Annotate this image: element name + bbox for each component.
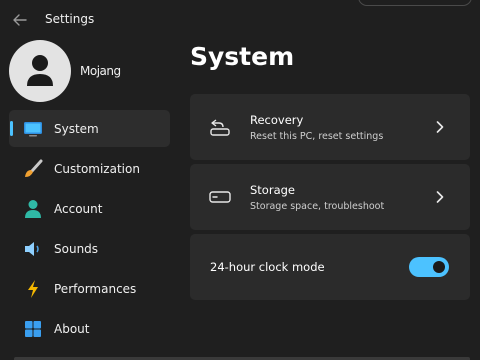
card-title: Recovery [250,112,304,127]
card-subtitle: Reset this PC, reset settings [250,130,384,142]
sidebar-item-label: Sounds [54,241,99,256]
recovery-icon [208,115,232,139]
clock-mode-label: 24-hour clock mode [210,260,325,274]
recovery-card[interactable]: Recovery Reset this PC, reset settings [190,94,470,160]
lightning-icon [22,278,44,300]
sidebar-item-customization[interactable]: Customization [9,150,170,187]
active-indicator [10,121,13,136]
page-title: System [190,42,295,71]
windows-logo-icon [22,318,44,340]
person-avatar-icon [27,55,53,86]
chevron-right-icon [434,190,446,204]
back-button[interactable] [10,10,30,30]
card-subtitle: Storage space, troubleshoot [250,200,385,212]
monitor-icon [22,118,44,140]
speaker-icon [22,238,44,260]
top-search-field-edge[interactable] [358,0,472,6]
back-arrow-icon [13,14,27,26]
storage-text: Storage Storage space, troubleshoot [250,183,384,212]
storage-card[interactable]: Storage Storage space, troubleshoot [190,164,470,230]
storage-drive-icon [208,185,232,209]
sidebar-item-sounds[interactable]: Sounds [9,230,170,267]
sidebar-item-label: About [54,321,90,336]
recovery-text: Recovery Reset this PC, reset settings [250,113,383,142]
clock-mode-card: 24-hour clock mode [190,234,470,300]
sidebar-item-about[interactable]: About [9,310,170,347]
sidebar-item-label: System [54,121,99,136]
card-title: Storage [250,182,295,197]
sidebar-item-account[interactable]: Account [9,190,170,227]
clock-mode-toggle[interactable] [409,257,449,277]
user-name: Mojang [80,64,121,78]
app-title: Settings [45,12,95,26]
sidebar-item-label: Account [54,201,103,216]
avatar[interactable] [9,40,71,102]
sidebar-item-label: Performances [54,281,137,296]
sidebar-nav: System Customization Account Sounds Perf… [9,110,170,350]
person-icon [22,198,44,220]
toggle-knob [433,261,445,273]
paintbrush-icon [22,158,44,180]
sidebar-item-system[interactable]: System [9,110,170,147]
sidebar-item-performances[interactable]: Performances [9,270,170,307]
sidebar-item-label: Customization [54,161,140,176]
chevron-right-icon [434,120,446,134]
